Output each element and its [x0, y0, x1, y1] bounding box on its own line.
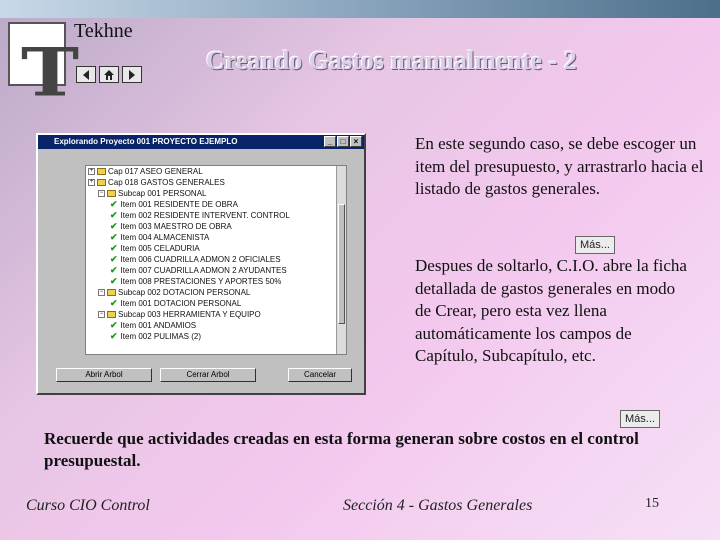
check-icon: ✔ — [110, 254, 118, 264]
tree-row[interactable]: ✔ Item 002 RESIDENTE INTERVENT. CONTROL — [86, 210, 346, 221]
tree-row-label: Cap 018 GASTOS GENERALES — [108, 178, 225, 187]
tree-row[interactable]: ✔ Item 002 PULIMAS (2) — [86, 331, 346, 342]
tree-row-label: Item 001 ANDAMIOS — [120, 321, 197, 330]
window-title-bar[interactable]: Explorando Proyecto 001 PROYECTO EJEMPLO… — [38, 135, 364, 149]
tree-row[interactable]: + Cap 017 ASEO GENERAL — [86, 166, 346, 177]
more-button-2[interactable]: Más... — [620, 410, 660, 428]
check-icon: ✔ — [110, 331, 118, 341]
more-button-1[interactable]: Más... — [575, 236, 615, 254]
window-title: Explorando Proyecto 001 PROYECTO EJEMPLO — [54, 137, 238, 146]
tree-row[interactable]: ✔ Item 004 ALMACENISTA — [86, 232, 346, 243]
check-icon: ✔ — [110, 210, 118, 220]
paragraph-1: En este segundo caso, se debe escoger un… — [415, 134, 704, 198]
project-tree[interactable]: + Cap 017 ASEO GENERAL + Cap 018 GASTOS GEN… — [85, 165, 347, 355]
tree-row[interactable]: ✔ Item 003 MAESTRO DE OBRA — [86, 221, 346, 232]
check-icon: ✔ — [110, 320, 118, 330]
folder-icon — [107, 190, 116, 197]
expand-icon[interactable]: − — [98, 311, 105, 318]
explorer-window: Explorando Proyecto 001 PROYECTO EJEMPLO… — [36, 133, 366, 395]
expand-icon[interactable]: − — [98, 190, 105, 197]
note-text: Recuerde que actividades creadas en esta… — [44, 429, 639, 470]
tree-row-label: Subcap 003 HERRAMIENTA Y EQUIPO — [118, 310, 261, 319]
page-number: 15 — [645, 496, 659, 511]
tree-row-label: Item 007 CUADRILLA ADMON 2 AYUDANTES — [120, 266, 287, 275]
folder-icon — [97, 168, 106, 175]
check-icon: ✔ — [110, 243, 118, 253]
tree-row[interactable]: ✔ Item 007 CUADRILLA ADMON 2 AYUDANTES — [86, 265, 346, 276]
tree-row[interactable]: ✔ Item 006 CUADRILLA ADMON 2 OFICIALES — [86, 254, 346, 265]
check-icon: ✔ — [110, 276, 118, 286]
scroll-thumb[interactable] — [338, 204, 345, 324]
expand-icon[interactable]: + — [88, 168, 95, 175]
tree-row-label: Subcap 002 DOTACION PERSONAL — [118, 288, 251, 297]
folder-icon — [107, 311, 116, 318]
tree-row[interactable]: − Subcap 003 HERRAMIENTA Y EQUIPO — [86, 309, 346, 320]
folder-icon — [107, 289, 116, 296]
folder-icon — [97, 179, 106, 186]
check-icon: ✔ — [110, 221, 118, 231]
tree-row-label: Subcap 001 PERSONAL — [118, 189, 207, 198]
logo-letter: T — [21, 34, 80, 112]
expand-icon[interactable]: + — [88, 179, 95, 186]
tree-row-label: Item 005 CELADURIA — [120, 244, 200, 253]
tree-row-label: Cap 017 ASEO GENERAL — [108, 167, 203, 176]
footer-section: Sección 4 - Gastos Generales — [343, 497, 533, 514]
tree-row[interactable]: ✔ Item 001 DOTACION PERSONAL — [86, 298, 346, 309]
tree-row[interactable]: ✔ Item 005 CELADURIA — [86, 243, 346, 254]
tree-row[interactable]: − Subcap 001 PERSONAL — [86, 188, 346, 199]
close-tree-button[interactable]: Cerrar Arbol — [160, 368, 256, 382]
tree-row[interactable]: ✔ Item 001 ANDAMIOS — [86, 320, 346, 331]
tekhne-logo: T — [8, 22, 79, 106]
footer-course: Curso CIO Control — [26, 497, 150, 514]
tree-row-label: Item 004 ALMACENISTA — [120, 233, 210, 242]
open-tree-button[interactable]: Abrir Arbol — [56, 368, 152, 382]
next-icon[interactable] — [122, 66, 142, 83]
tree-row[interactable]: − Subcap 002 DOTACION PERSONAL — [86, 287, 346, 298]
check-icon: ✔ — [110, 298, 118, 308]
maximize-button[interactable]: □ — [337, 136, 349, 147]
tree-row-label: Item 001 RESIDENTE DE OBRA — [120, 200, 238, 209]
top-banner — [0, 0, 720, 18]
tree-row-label: Item 003 MAESTRO DE OBRA — [120, 222, 232, 231]
home-icon[interactable] — [99, 66, 119, 83]
prev-icon[interactable] — [76, 66, 96, 83]
tree-row[interactable]: ✔ Item 008 PRESTACIONES Y APORTES 50% — [86, 276, 346, 287]
cancel-button[interactable]: Cancelar — [288, 368, 352, 382]
check-icon: ✔ — [110, 232, 118, 242]
tree-row[interactable]: + Cap 018 GASTOS GENERALES — [86, 177, 346, 188]
slide-title: Creando Gastos manualmente - 2 — [206, 46, 577, 75]
tree-row-label: Item 002 PULIMAS (2) — [120, 332, 202, 341]
minimize-button[interactable]: _ — [324, 136, 336, 147]
tree-row[interactable]: ✔ Item 001 RESIDENTE DE OBRA — [86, 199, 346, 210]
nav-buttons — [76, 66, 142, 83]
brand-name: Tekhne — [74, 20, 133, 42]
paragraph-2: Despues de soltarlo, C.I.O. abre la fich… — [415, 256, 687, 365]
check-icon: ✔ — [110, 199, 118, 209]
tree-row-label: Item 001 DOTACION PERSONAL — [120, 299, 242, 308]
tree-row-label: Item 008 PRESTACIONES Y APORTES 50% — [120, 277, 282, 286]
tree-scrollbar[interactable] — [336, 166, 346, 354]
close-button[interactable]: × — [350, 136, 362, 147]
expand-icon[interactable]: − — [98, 289, 105, 296]
tree-row-label: Item 006 CUADRILLA ADMON 2 OFICIALES — [120, 255, 281, 264]
check-icon: ✔ — [110, 265, 118, 275]
tree-row-label: Item 002 RESIDENTE INTERVENT. CONTROL — [120, 211, 290, 220]
